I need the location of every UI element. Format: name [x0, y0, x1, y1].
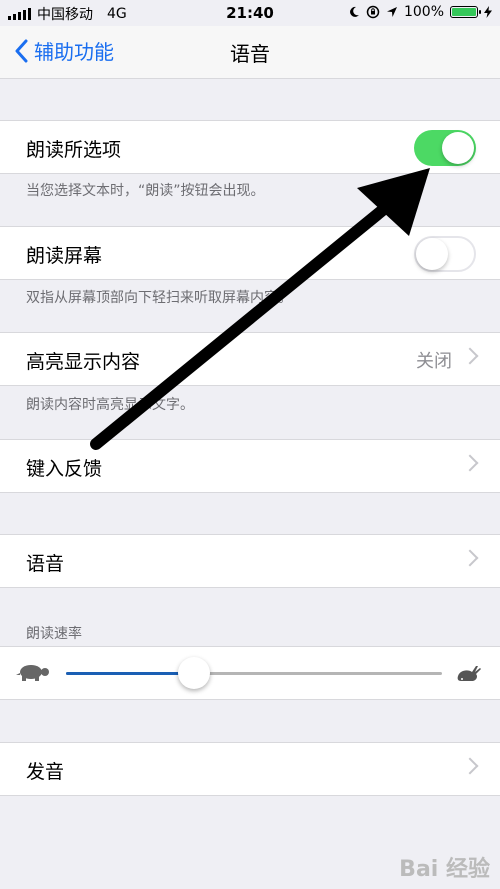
speak-screen-toggle[interactable] [414, 236, 476, 272]
speaking-rate-slider[interactable] [66, 657, 442, 689]
highlight-content-row[interactable]: 高亮显示内容 关闭 [0, 333, 500, 385]
highlight-content-value: 关闭 [416, 351, 452, 372]
page-title: 语音 [230, 42, 270, 66]
speak-screen-label: 朗读屏幕 [26, 245, 103, 267]
speak-selection-footer: 当您选择文本时，“朗读”按钮会出现。 [26, 183, 265, 199]
chevron-right-icon [461, 454, 479, 472]
watermark-logo: Bai 经验 [399, 857, 490, 882]
speaking-rate-row [0, 647, 500, 699]
voices-row[interactable]: 语音 [0, 535, 500, 587]
typing-feedback-group: 键入反馈 [0, 439, 500, 493]
chevron-right-icon [461, 757, 479, 775]
speak-selection-toggle[interactable] [414, 130, 476, 166]
toggle-knob [416, 238, 448, 270]
battery-icon [450, 6, 481, 18]
charging-icon [484, 6, 492, 18]
speaking-rate-header: 朗读速率 [26, 626, 82, 642]
location-icon [386, 7, 397, 17]
highlight-content-footer: 朗读内容时高亮显示文字。 [26, 397, 194, 413]
voices-group: 语音 [0, 534, 500, 588]
slider-knob[interactable] [177, 657, 210, 689]
typing-feedback-row[interactable]: 键入反馈 [0, 440, 500, 492]
pronunciations-row[interactable]: 发音 [0, 743, 500, 795]
moon-icon [350, 6, 359, 17]
rotation-lock-icon [366, 5, 380, 19]
highlight-content-label: 高亮显示内容 [26, 351, 141, 373]
speak-selection-group: 朗读所选项 [0, 120, 500, 174]
navigation-bar: 辅助功能 语音 [0, 26, 500, 79]
speak-selection-row: 朗读所选项 [0, 121, 500, 173]
speak-selection-label: 朗读所选项 [26, 139, 122, 161]
rabbit-icon [457, 666, 481, 681]
toggle-knob [442, 132, 474, 164]
status-right: 100% [348, 4, 492, 20]
slider-fill [66, 672, 194, 675]
typing-feedback-label: 键入反馈 [26, 458, 103, 480]
chevron-right-icon [461, 347, 479, 365]
turtle-icon [16, 665, 49, 681]
voices-label: 语音 [26, 553, 65, 575]
battery-percent: 100% [403, 4, 444, 20]
speaking-rate-group [0, 646, 500, 700]
pronunciations-label: 发音 [26, 761, 65, 783]
status-bar: 中国移动 4G 21:40 100% [0, 0, 500, 26]
chevron-right-icon [461, 549, 479, 567]
highlight-content-group: 高亮显示内容 关闭 [0, 332, 500, 386]
pronunciations-group: 发音 [0, 742, 500, 796]
speak-screen-group: 朗读屏幕 [0, 226, 500, 280]
speak-screen-footer: 双指从屏幕顶部向下轻扫来听取屏幕内容。 [26, 290, 292, 306]
speak-screen-row: 朗读屏幕 [0, 227, 500, 279]
